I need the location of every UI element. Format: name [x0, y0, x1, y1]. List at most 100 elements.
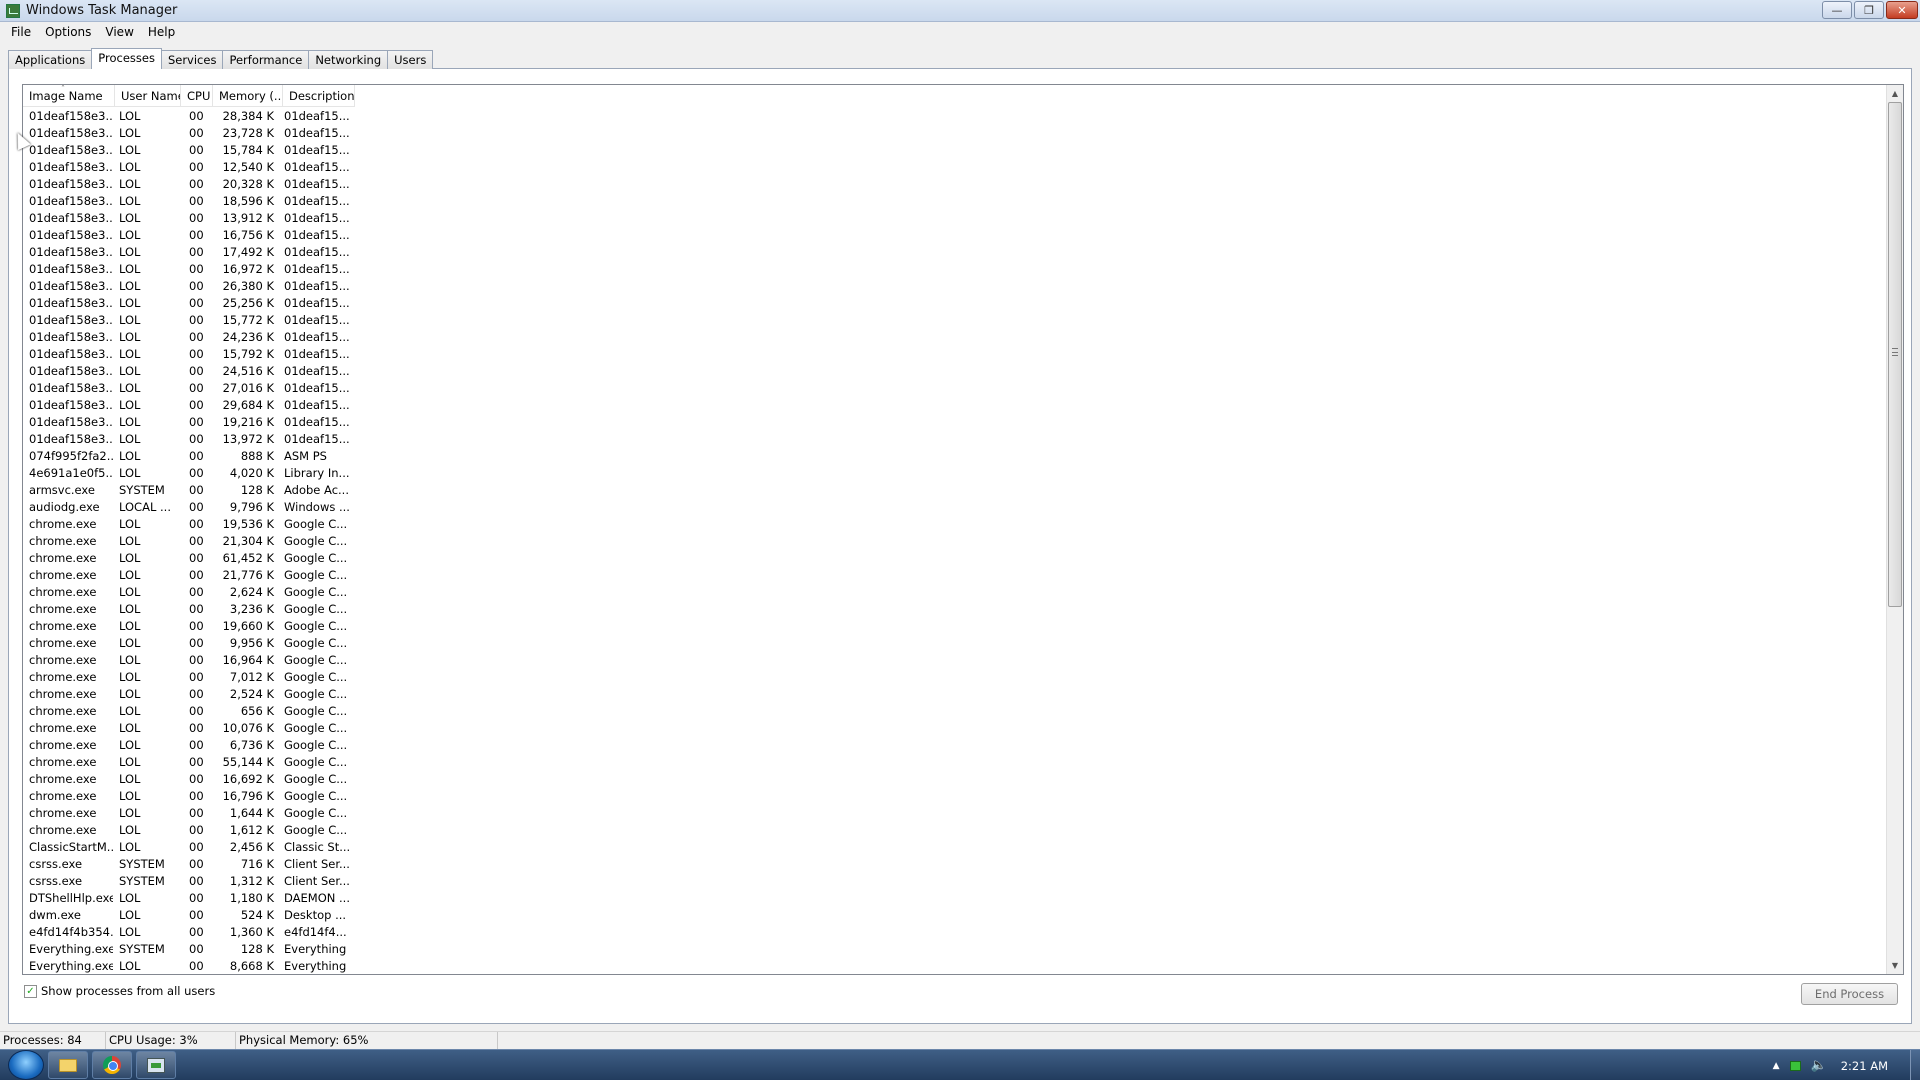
vertical-scrollbar[interactable]: ▲ ▼ [1886, 85, 1903, 974]
clock[interactable]: 2:21 AM [1841, 1059, 1888, 1073]
title-bar[interactable]: Windows Task Manager — ❐ ✕ [0, 0, 1920, 22]
process-row[interactable]: 01deaf158e3... LOL 00 18,596 K 01deaf15... [23, 193, 360, 210]
cell-description: 01deaf15... [284, 126, 350, 140]
tab-networking[interactable]: Networking [308, 50, 389, 69]
process-row[interactable]: chrome.exe LOL 00 16,796 K Google C... [23, 788, 360, 805]
process-row[interactable]: armsvc.exe SYSTEM 00 128 K Adobe Ac... [23, 482, 360, 499]
show-all-users-checkbox[interactable]: ✓ [24, 984, 37, 998]
cell-description: 01deaf15... [284, 262, 350, 276]
volume-icon[interactable]: 🔈 [1811, 1058, 1827, 1073]
process-row[interactable]: chrome.exe LOL 00 2,524 K Google C... [23, 686, 360, 703]
tab-services[interactable]: Services [160, 50, 224, 69]
process-row[interactable]: chrome.exe LOL 00 19,536 K Google C... [23, 516, 360, 533]
taskbar-explorer[interactable] [48, 1051, 88, 1079]
process-row[interactable]: chrome.exe LOL 00 21,304 K Google C... [23, 533, 360, 550]
process-row[interactable]: chrome.exe LOL 00 2,624 K Google C... [23, 584, 360, 601]
show-desktop-button[interactable] [1910, 1050, 1920, 1080]
menu-help[interactable]: Help [141, 25, 182, 39]
cell-image-name: Everything.exe [29, 959, 113, 973]
process-row[interactable]: 01deaf158e3... LOL 00 15,784 K 01deaf15... [23, 142, 360, 159]
minimize-button[interactable]: — [1822, 1, 1852, 19]
process-row[interactable]: chrome.exe LOL 00 16,964 K Google C... [23, 652, 360, 669]
process-row[interactable]: e4fd14f4b354... LOL 00 1,360 K e4fd14f4... [23, 924, 360, 941]
tab-processes[interactable]: Processes [91, 48, 162, 69]
process-row[interactable]: 01deaf158e3... LOL 00 28,384 K 01deaf15... [23, 108, 360, 125]
process-row[interactable]: chrome.exe LOL 00 21,776 K Google C... [23, 567, 360, 584]
menu-options[interactable]: Options [38, 25, 98, 39]
process-row[interactable]: chrome.exe LOL 00 656 K Google C... [23, 703, 360, 720]
process-row[interactable]: chrome.exe LOL 00 6,736 K Google C... [23, 737, 360, 754]
process-row[interactable]: Everything.exe SYSTEM 00 128 K Everything [23, 941, 360, 958]
cell-cpu: 00 [189, 313, 204, 327]
column-cpu[interactable]: CPU [181, 85, 213, 107]
process-row[interactable]: 01deaf158e3... LOL 00 15,772 K 01deaf15... [23, 312, 360, 329]
start-button[interactable] [8, 1050, 44, 1080]
cell-description: Google C... [284, 755, 348, 769]
process-row[interactable]: 01deaf158e3... LOL 00 23,728 K 01deaf15... [23, 125, 360, 142]
cell-user-name: LOL [119, 517, 141, 531]
process-row[interactable]: dwm.exe LOL 00 524 K Desktop ... [23, 907, 360, 924]
process-row[interactable]: 01deaf158e3... LOL 00 15,792 K 01deaf15... [23, 346, 360, 363]
process-row[interactable]: 01deaf158e3... LOL 00 12,540 K 01deaf15... [23, 159, 360, 176]
end-process-button[interactable]: End Process [1801, 983, 1898, 1005]
process-row[interactable]: chrome.exe LOL 00 10,076 K Google C... [23, 720, 360, 737]
process-row[interactable]: 01deaf158e3... LOL 00 26,380 K 01deaf15... [23, 278, 360, 295]
column-description[interactable]: Description [283, 85, 355, 107]
network-icon[interactable] [1789, 1060, 1801, 1071]
process-row[interactable]: chrome.exe LOL 00 19,660 K Google C... [23, 618, 360, 635]
process-row[interactable]: 01deaf158e3... LOL 00 27,016 K 01deaf15... [23, 380, 360, 397]
process-row[interactable]: chrome.exe LOL 00 55,144 K Google C... [23, 754, 360, 771]
column-image-name[interactable]: ˄ Image Name [23, 85, 115, 107]
cell-image-name: csrss.exe [29, 857, 83, 871]
process-row[interactable]: 01deaf158e3... LOL 00 24,236 K 01deaf15... [23, 329, 360, 346]
process-row[interactable]: 01deaf158e3... LOL 00 20,328 K 01deaf15... [23, 176, 360, 193]
cell-memory: 1,612 K [229, 823, 274, 837]
process-row[interactable]: 01deaf158e3... LOL 00 19,216 K 01deaf15... [23, 414, 360, 431]
process-row[interactable]: ClassicStartM... LOL 00 2,456 K Classic St..… [23, 839, 360, 856]
column-user-name[interactable]: User Name [115, 85, 181, 107]
show-all-users-option[interactable]: ✓ Show processes from all users [24, 984, 215, 998]
process-row[interactable]: 01deaf158e3... LOL 00 17,492 K 01deaf15... [23, 244, 360, 261]
cell-memory: 17,492 K [222, 245, 274, 259]
menu-file[interactable]: File [4, 25, 38, 39]
process-row[interactable]: 01deaf158e3... LOL 00 16,972 K 01deaf15... [23, 261, 360, 278]
process-row[interactable]: 01deaf158e3... LOL 00 25,256 K 01deaf15... [23, 295, 360, 312]
process-list[interactable]: ˄ Image Name User Name CPU Memory (... D… [22, 84, 1904, 975]
process-row[interactable]: chrome.exe LOL 00 16,692 K Google C... [23, 771, 360, 788]
taskbar-task-manager[interactable] [136, 1051, 176, 1079]
process-row[interactable]: chrome.exe LOL 00 1,644 K Google C... [23, 805, 360, 822]
process-row[interactable]: DTShellHlp.exe LOL 00 1,180 K DAEMON ... [23, 890, 360, 907]
scroll-up-icon[interactable]: ▲ [1887, 85, 1903, 102]
process-row[interactable]: chrome.exe LOL 00 9,956 K Google C... [23, 635, 360, 652]
menu-view[interactable]: View [98, 25, 140, 39]
process-row[interactable]: Everything.exe LOL 00 8,668 K Everything [23, 958, 360, 974]
tab-performance[interactable]: Performance [222, 50, 310, 69]
process-row[interactable]: 01deaf158e3... LOL 00 13,912 K 01deaf15... [23, 210, 360, 227]
process-row[interactable]: chrome.exe LOL 00 61,452 K Google C... [23, 550, 360, 567]
process-row[interactable]: 4e691a1e0f5... LOL 00 4,020 K Library In... [23, 465, 360, 482]
cell-image-name: 01deaf158e3... [29, 381, 113, 395]
cell-cpu: 00 [189, 194, 204, 208]
maximize-button[interactable]: ❐ [1854, 1, 1884, 19]
taskbar-chrome[interactable] [92, 1051, 132, 1079]
process-row[interactable]: 074f995f2fa2... LOL 00 888 K ASM PS [23, 448, 360, 465]
process-row[interactable]: csrss.exe SYSTEM 00 1,312 K Client Ser... [23, 873, 360, 890]
process-row[interactable]: chrome.exe LOL 00 7,012 K Google C... [23, 669, 360, 686]
cell-cpu: 00 [189, 126, 204, 140]
column-memory[interactable]: Memory (... [213, 85, 283, 107]
tab-applications[interactable]: Applications [8, 50, 93, 69]
scroll-down-icon[interactable]: ▼ [1887, 957, 1903, 974]
scrollbar-thumb[interactable] [1888, 102, 1902, 607]
process-row[interactable]: chrome.exe LOL 00 3,236 K Google C... [23, 601, 360, 618]
process-row[interactable]: 01deaf158e3... LOL 00 29,684 K 01deaf15... [23, 397, 360, 414]
process-row[interactable]: csrss.exe SYSTEM 00 716 K Client Ser... [23, 856, 360, 873]
process-row[interactable]: 01deaf158e3... LOL 00 16,756 K 01deaf15... [23, 227, 360, 244]
tab-users[interactable]: Users [387, 50, 434, 69]
process-row[interactable]: chrome.exe LOL 00 1,612 K Google C... [23, 822, 360, 839]
process-row[interactable]: audiodg.exe LOCAL ... 00 9,796 K Windows ... [23, 499, 360, 516]
show-hidden-icons-icon[interactable]: ▲ [1773, 1061, 1780, 1071]
process-row[interactable]: 01deaf158e3... LOL 00 13,972 K 01deaf15... [23, 431, 360, 448]
cell-cpu: 00 [189, 568, 204, 582]
close-button[interactable]: ✕ [1886, 1, 1918, 19]
process-row[interactable]: 01deaf158e3... LOL 00 24,516 K 01deaf15... [23, 363, 360, 380]
